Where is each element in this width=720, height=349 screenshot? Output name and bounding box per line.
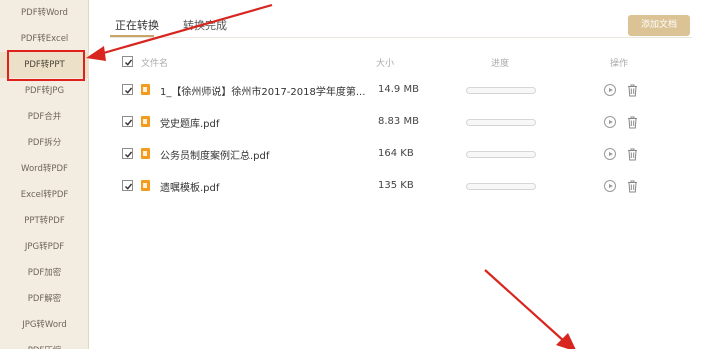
sidebar-item-pdf-encrypt[interactable]: PDF加密	[0, 260, 89, 286]
sidebar-item-pdf-decrypt[interactable]: PDF解密	[0, 286, 89, 312]
play-icon[interactable]	[604, 148, 616, 160]
file-size: 14.9 MB	[378, 84, 419, 95]
arrowhead-icon	[86, 46, 106, 61]
row-checkbox[interactable]	[122, 180, 133, 191]
progress-bar	[466, 119, 536, 126]
tab-completed[interactable]: 转换完成	[183, 17, 227, 33]
tab-converting[interactable]: 正在转换	[115, 17, 159, 33]
file-name: 遗嘱模板.pdf	[160, 183, 220, 194]
pdf-file-icon	[141, 180, 150, 191]
file-size: 164 KB	[378, 148, 414, 159]
row-checkbox[interactable]	[122, 148, 133, 159]
trash-icon[interactable]	[627, 116, 638, 129]
annotation-arrows	[86, 3, 576, 349]
column-header-filename: 文件名	[141, 59, 169, 69]
progress-bar	[466, 87, 536, 94]
trash-icon[interactable]	[627, 180, 638, 193]
sidebar-item-pdf-merge[interactable]: PDF合并	[0, 104, 89, 130]
file-name: 公务员制度案例汇总.pdf	[160, 151, 270, 162]
file-name: 党史题库.pdf	[160, 119, 220, 130]
check-icon	[125, 119, 133, 126]
file-size: 135 KB	[378, 180, 414, 191]
play-icon[interactable]	[604, 84, 616, 96]
check-icon	[125, 59, 133, 66]
highlight-box	[7, 50, 85, 81]
pdf-file-icon	[141, 84, 150, 95]
sidebar-item-excel-to-pdf[interactable]: Excel转PDF	[0, 182, 89, 208]
file-name: 1_【徐州师说】徐州市2017-2018学年度第...	[160, 87, 366, 98]
sidebar-item-jpg-to-word[interactable]: JPG转Word	[0, 312, 89, 338]
column-header-progress: 进度	[491, 59, 510, 69]
sidebar-item-pdf-compress[interactable]: PDF压缩	[0, 338, 89, 349]
trash-icon[interactable]	[627, 148, 638, 161]
select-all-checkbox[interactable]	[122, 56, 133, 67]
sidebar-item-pdf-to-word[interactable]: PDF转Word	[0, 0, 89, 26]
sidebar-item-word-to-pdf[interactable]: Word转PDF	[0, 156, 89, 182]
file-size: 8.83 MB	[378, 116, 419, 127]
column-header-size: 大小	[376, 59, 395, 69]
add-files-button[interactable]: 添加文档	[628, 15, 690, 36]
row-checkbox[interactable]	[122, 84, 133, 95]
pdf-file-icon	[141, 116, 150, 127]
play-icon[interactable]	[604, 180, 616, 192]
sidebar-item-pdf-split[interactable]: PDF拆分	[0, 130, 89, 156]
annotation-arrow-bottom	[484, 269, 566, 343]
divider	[110, 37, 692, 38]
play-icon[interactable]	[604, 116, 616, 128]
sidebar-item-ppt-to-pdf[interactable]: PPT转PDF	[0, 208, 89, 234]
check-icon	[125, 87, 133, 94]
sidebar-item-jpg-to-pdf[interactable]: JPG转PDF	[0, 234, 89, 260]
check-icon	[125, 183, 133, 190]
sidebar-item-pdf-to-jpg[interactable]: PDF转JPG	[0, 78, 89, 104]
check-icon	[125, 151, 133, 158]
row-checkbox[interactable]	[122, 116, 133, 127]
arrowhead-icon	[556, 333, 576, 349]
progress-bar	[466, 151, 536, 158]
sidebar-item-pdf-to-excel[interactable]: PDF转Excel	[0, 26, 89, 52]
progress-bar	[466, 183, 536, 190]
column-header-actions: 操作	[610, 59, 629, 69]
pdf-file-icon	[141, 148, 150, 159]
trash-icon[interactable]	[627, 84, 638, 97]
